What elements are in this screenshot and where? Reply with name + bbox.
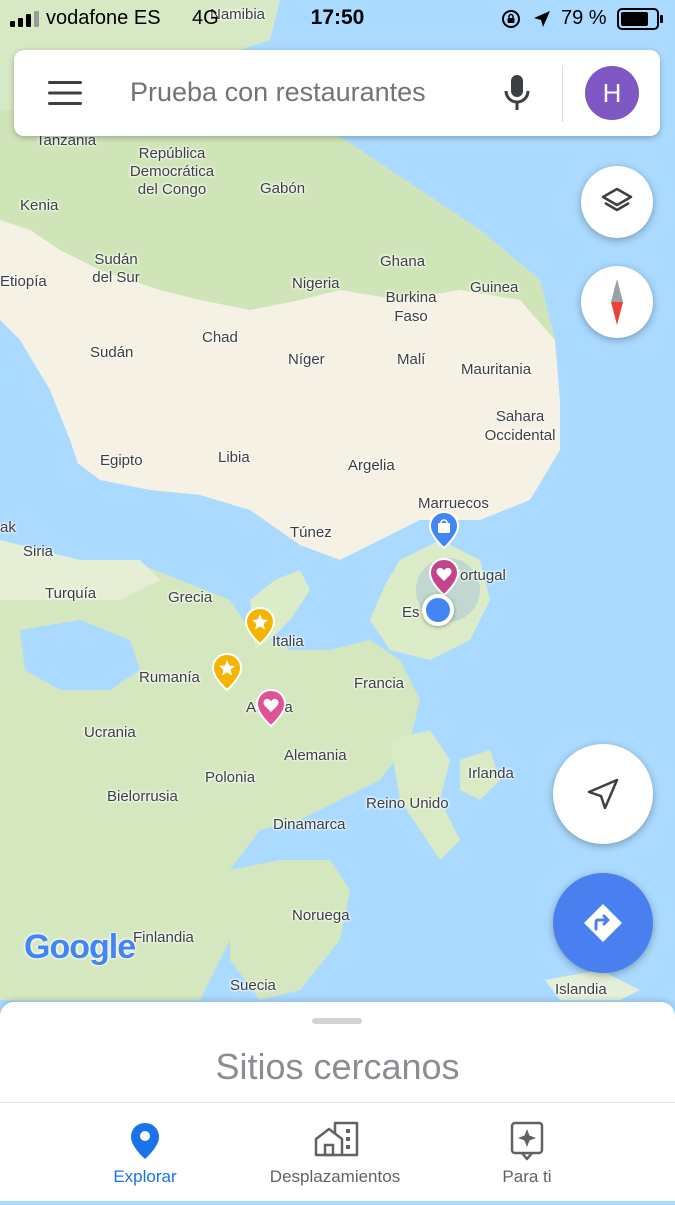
directions-button[interactable]	[553, 873, 653, 973]
map-label: Alemania	[284, 747, 347, 764]
map-label: Sudán	[90, 344, 134, 361]
nearby-places-sheet[interactable]: Sitios cercanos	[0, 1002, 675, 1102]
map-label: Guinea	[470, 279, 519, 296]
my-location-button[interactable]	[553, 744, 653, 844]
map-label: Kenia	[20, 197, 59, 214]
map-label: Sudán	[94, 251, 138, 268]
map-label: Siria	[23, 543, 54, 560]
map-label: Democrática	[129, 163, 215, 180]
search-input[interactable]: Prueba con restaurantes	[130, 77, 426, 108]
map-label: Egipto	[100, 452, 143, 469]
map-label: Sahara	[495, 408, 545, 425]
battery-icon	[617, 8, 663, 30]
map-label: Argelia	[348, 457, 395, 474]
avatar[interactable]: H	[585, 66, 639, 120]
map-label: Ucrania	[84, 724, 136, 741]
map-label: Finlandia	[133, 929, 194, 946]
map-label: del Congo	[137, 181, 207, 198]
map-label: Polonia	[205, 769, 256, 786]
map-label: Grecia	[168, 589, 213, 606]
google-logo: Google	[24, 928, 136, 966]
navigation-arrow-icon	[587, 778, 619, 810]
location-services-icon	[534, 11, 550, 27]
map-label: Túnez	[290, 524, 332, 541]
tab-desplazamientos[interactable]: Desplazamientos	[240, 1103, 430, 1201]
map-label: Es	[402, 604, 420, 621]
map-label: Italia	[272, 633, 304, 650]
map-label: Libia	[218, 449, 250, 466]
avatar-initial: H	[602, 77, 622, 108]
starred-place-marker-icon[interactable]	[244, 606, 276, 646]
search-bar[interactable]: Prueba con restaurantes H	[14, 50, 660, 136]
bottom-tab-bar: Explorar Desplazamientos Para ti	[0, 1102, 675, 1201]
map-label: Islandia	[555, 981, 607, 998]
map-label: Bielorrusia	[107, 788, 178, 805]
location-pin-icon	[131, 1123, 159, 1159]
map-label: Mauritania	[461, 361, 532, 378]
map-label: Etiopía	[0, 273, 47, 290]
map-label: Suecia	[230, 977, 276, 994]
tab-label: Desplazamientos	[269, 1167, 401, 1186]
map-label: Francia	[354, 675, 405, 692]
sheet-drag-handle[interactable]	[312, 1018, 362, 1024]
sheet-title: Sitios cercanos	[215, 1046, 460, 1087]
tab-label: Para ti	[502, 1167, 552, 1186]
map-label: Chad	[202, 329, 238, 346]
rotation-lock-icon	[502, 10, 520, 28]
current-location-dot	[422, 594, 454, 626]
compass-button[interactable]	[581, 266, 653, 338]
starred-place-marker-icon[interactable]	[211, 652, 243, 692]
compass-icon	[611, 279, 623, 325]
map-label: Níger	[288, 351, 325, 368]
favorite-heart-marker-icon[interactable]	[428, 557, 460, 597]
favorite-heart-marker-icon[interactable]	[255, 688, 287, 728]
shopping-bag-marker-icon[interactable]	[428, 510, 460, 550]
map-label: República	[138, 145, 206, 162]
map-label: Noruega	[292, 907, 350, 924]
map-label: Occidental	[484, 427, 556, 444]
map-label: Nigeria	[292, 275, 340, 292]
map-label: del Sur	[92, 269, 140, 286]
map-label: ak	[0, 519, 16, 536]
layers-button[interactable]	[581, 166, 653, 238]
menu-icon[interactable]	[48, 80, 82, 106]
map-label: Turquía	[45, 585, 97, 602]
map-label: Burkina	[385, 289, 437, 306]
status-bar: vodafone ES 4G 17:50 79 %	[0, 0, 675, 40]
tab-explorar[interactable]: Explorar	[50, 1103, 240, 1201]
commute-icon	[314, 1121, 359, 1157]
map-label: Reino Unido	[366, 795, 449, 812]
microphone-icon[interactable]	[503, 74, 531, 112]
map-label: Faso	[394, 308, 428, 325]
map-label: Irlanda	[468, 765, 514, 782]
map-label: Gabón	[260, 180, 306, 197]
map-label: Rumanía	[139, 669, 200, 686]
directions-icon	[584, 904, 622, 942]
divider	[562, 66, 563, 122]
battery-percent: 79 %	[561, 7, 607, 29]
map-label: Dinamarca	[273, 816, 346, 833]
tab-para-ti[interactable]: Para ti	[432, 1103, 622, 1201]
layers-icon	[601, 187, 633, 212]
sparkle-icon	[510, 1121, 544, 1161]
map-label: Ghana	[380, 253, 426, 270]
tab-label: Explorar	[113, 1167, 177, 1186]
map-label: Malí	[397, 351, 426, 368]
